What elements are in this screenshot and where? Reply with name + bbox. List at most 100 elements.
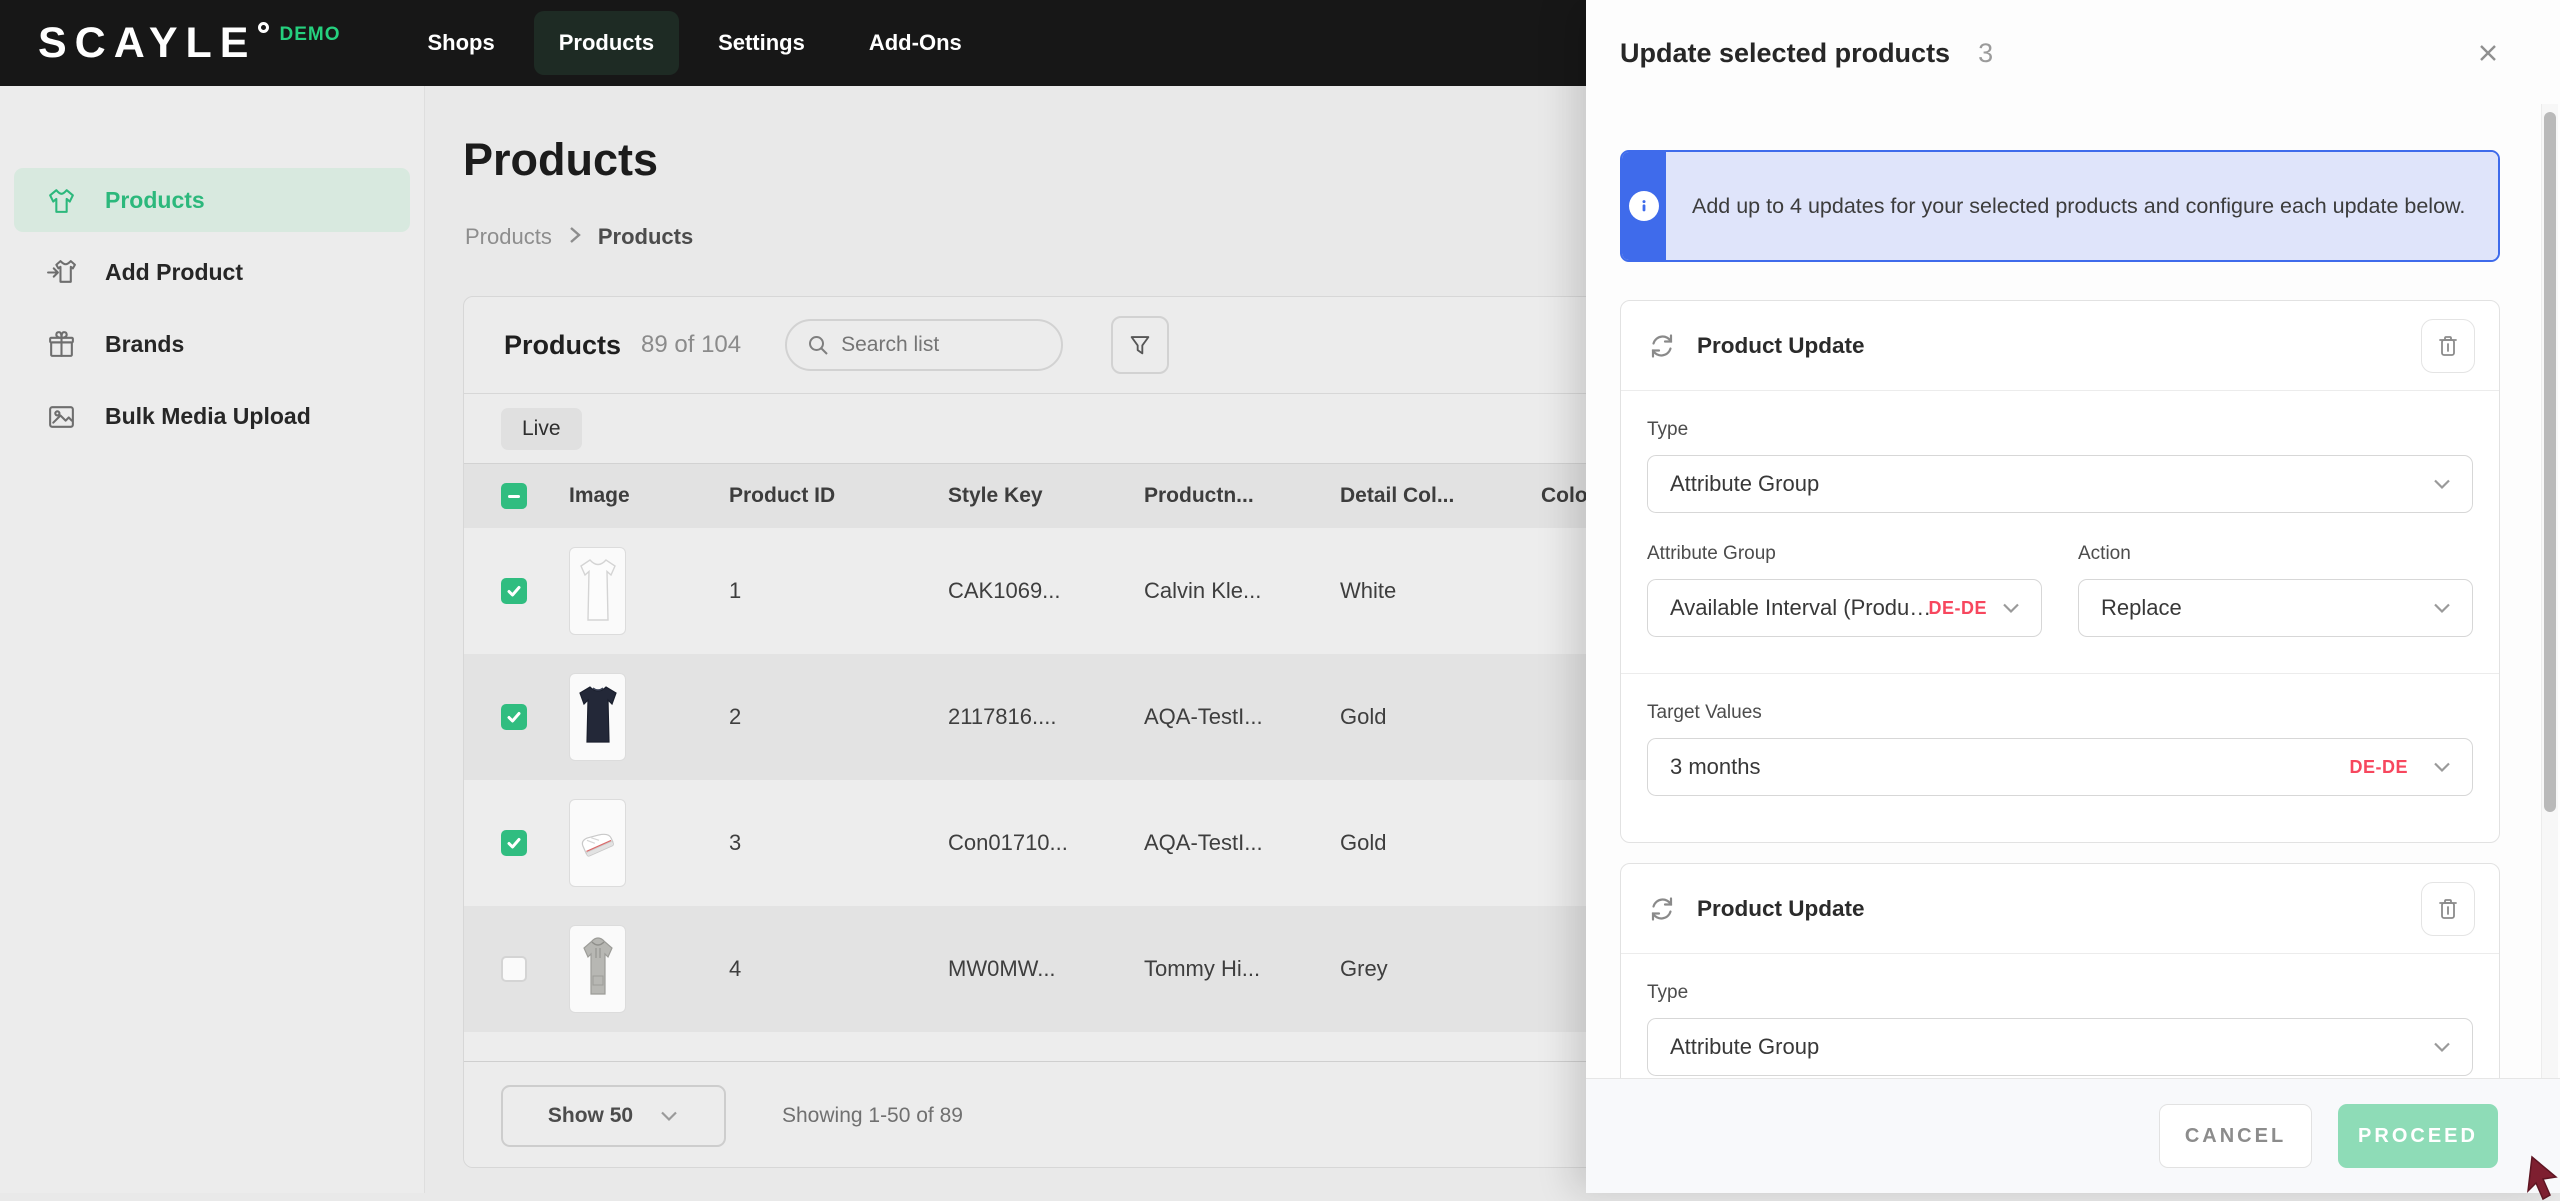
drawer-scrollbar[interactable]: [2541, 104, 2558, 1078]
col-header-productname[interactable]: Productn...: [1144, 484, 1340, 508]
page-size-select[interactable]: Show 50: [501, 1085, 726, 1147]
sidebar-item-label: Add Product: [105, 259, 243, 286]
type-select[interactable]: Attribute Group: [1647, 1018, 2473, 1076]
cell-product-id: 3: [729, 830, 948, 856]
action-select[interactable]: Replace: [2078, 579, 2473, 637]
select-all-checkbox[interactable]: [501, 483, 527, 509]
list-title: Products: [504, 330, 621, 361]
drawer-footer: CANCEL PROCEED: [1586, 1078, 2560, 1193]
cell-product-name: Tommy Hi...: [1144, 956, 1340, 982]
cell-detail-color: Grey: [1340, 956, 1541, 982]
product-update-card: Product Update Type Attribute Group Attr…: [1620, 300, 2500, 843]
update-card-title: Product Update: [1697, 333, 1865, 359]
attribute-group-label: Attribute Group: [1647, 543, 2042, 565]
chevron-down-icon: [2432, 760, 2452, 774]
product-image[interactable]: [569, 673, 626, 761]
cell-product-name: AQA-TestI...: [1144, 830, 1340, 856]
update-card-header: Product Update: [1621, 864, 2499, 954]
scayle-logo: SCAYLE DEMO: [38, 18, 340, 68]
col-header-image[interactable]: Image: [569, 484, 729, 508]
page-size-value: Show 50: [548, 1104, 633, 1128]
proceed-button[interactable]: PROCEED: [2338, 1104, 2498, 1168]
target-values-select[interactable]: 3 months DE-DE: [1647, 738, 2473, 796]
sidebar-item-label: Brands: [105, 331, 184, 358]
update-card-fields: Type Attribute Group: [1621, 954, 2499, 1078]
product-image[interactable]: [569, 799, 626, 887]
chevron-down-icon: [2001, 601, 2021, 615]
selected-count: 3: [1978, 38, 1993, 69]
search-field[interactable]: [785, 319, 1063, 371]
indeterminate-dash-icon: [508, 495, 520, 498]
cell-product-id: 4: [729, 956, 948, 982]
col-header-detail-color[interactable]: Detail Col...: [1340, 484, 1541, 508]
col-header-product-id[interactable]: Product ID: [729, 484, 948, 508]
close-icon[interactable]: [2468, 33, 2508, 73]
cell-style-key: 2117816....: [948, 704, 1144, 730]
nav-item-settings[interactable]: Settings: [693, 11, 830, 75]
delete-update-button[interactable]: [2421, 882, 2475, 936]
sidebar-item-bulk-media-upload[interactable]: Bulk Media Upload: [14, 384, 410, 448]
product-image[interactable]: [569, 547, 626, 635]
sidebar-item-products[interactable]: Products: [14, 168, 410, 232]
page-title: Products: [463, 134, 658, 186]
cell-style-key: CAK1069...: [948, 578, 1144, 604]
sidebar-item-label: Bulk Media Upload: [105, 403, 311, 430]
attribute-group-select[interactable]: Available Interval (Product... DE-DE: [1647, 579, 2042, 637]
locale-badge: DE-DE: [2349, 757, 2408, 778]
cancel-button[interactable]: CANCEL: [2159, 1104, 2312, 1168]
type-label: Type: [1647, 982, 2473, 1004]
update-card-header: Product Update: [1621, 301, 2499, 391]
cell-detail-color: White: [1340, 578, 1541, 604]
drawer-header: Update selected products 3: [1586, 0, 2560, 106]
filter-funnel-icon: [1127, 332, 1153, 358]
logo-mark-icon: [258, 22, 269, 33]
breadcrumb-products-current: Products: [598, 224, 693, 250]
locale-badge: DE-DE: [1928, 598, 1987, 619]
row-checkbox[interactable]: [501, 830, 527, 856]
filter-button[interactable]: [1111, 316, 1169, 374]
info-banner: Add up to 4 updates for your selected pr…: [1620, 150, 2500, 262]
list-count: 89 of 104: [641, 331, 741, 359]
cell-detail-color: Gold: [1340, 830, 1541, 856]
gift-icon: [46, 329, 77, 360]
nav-item-products[interactable]: Products: [534, 11, 679, 75]
chevron-down-icon: [659, 1109, 679, 1123]
cell-product-id: 2: [729, 704, 948, 730]
product-image[interactable]: [569, 925, 626, 1013]
showing-range-text: Showing 1-50 of 89: [782, 1104, 963, 1128]
delete-update-button[interactable]: [2421, 319, 2475, 373]
chevron-down-icon: [2432, 1040, 2452, 1054]
demo-badge: DEMO: [279, 24, 340, 46]
type-select[interactable]: Attribute Group: [1647, 455, 2473, 513]
nav-item-addons[interactable]: Add-Ons: [844, 11, 987, 75]
nav-item-shops[interactable]: Shops: [402, 11, 519, 75]
breadcrumb: Products Products: [465, 224, 693, 250]
col-header-style-key[interactable]: Style Key: [948, 484, 1144, 508]
row-checkbox[interactable]: [501, 956, 527, 982]
image-icon: [46, 401, 77, 432]
cell-style-key: Con01710...: [948, 830, 1144, 856]
search-icon: [807, 334, 829, 356]
sidebar-item-brands[interactable]: Brands: [14, 312, 410, 376]
product-update-card: Product Update Type Attribute Group: [1620, 863, 2500, 1078]
tab-live[interactable]: Live: [501, 408, 582, 450]
update-card-fields: Type Attribute Group Attribute Group Ava…: [1621, 391, 2499, 673]
update-products-drawer: Update selected products 3 Add up to 4 u…: [1586, 0, 2560, 1193]
sync-icon: [1647, 894, 1677, 924]
breadcrumb-products-root[interactable]: Products: [465, 224, 552, 250]
sidebar-item-add-product[interactable]: Add Product: [14, 240, 410, 304]
info-icon: [1629, 191, 1659, 221]
row-checkbox[interactable]: [501, 578, 527, 604]
check-icon: [506, 583, 522, 599]
target-values-label: Target Values: [1647, 702, 2473, 724]
info-banner-text: Add up to 4 updates for your selected pr…: [1666, 152, 2498, 260]
cell-detail-color: Gold: [1340, 704, 1541, 730]
search-input[interactable]: [841, 333, 1021, 357]
tshirt-icon: [46, 185, 77, 216]
cell-product-id: 1: [729, 578, 948, 604]
target-values-section: Target Values 3 months DE-DE: [1621, 673, 2499, 842]
chevron-down-icon: [2432, 477, 2452, 491]
row-checkbox[interactable]: [501, 704, 527, 730]
scrollbar-thumb[interactable]: [2544, 112, 2556, 812]
trash-icon: [2437, 897, 2459, 921]
